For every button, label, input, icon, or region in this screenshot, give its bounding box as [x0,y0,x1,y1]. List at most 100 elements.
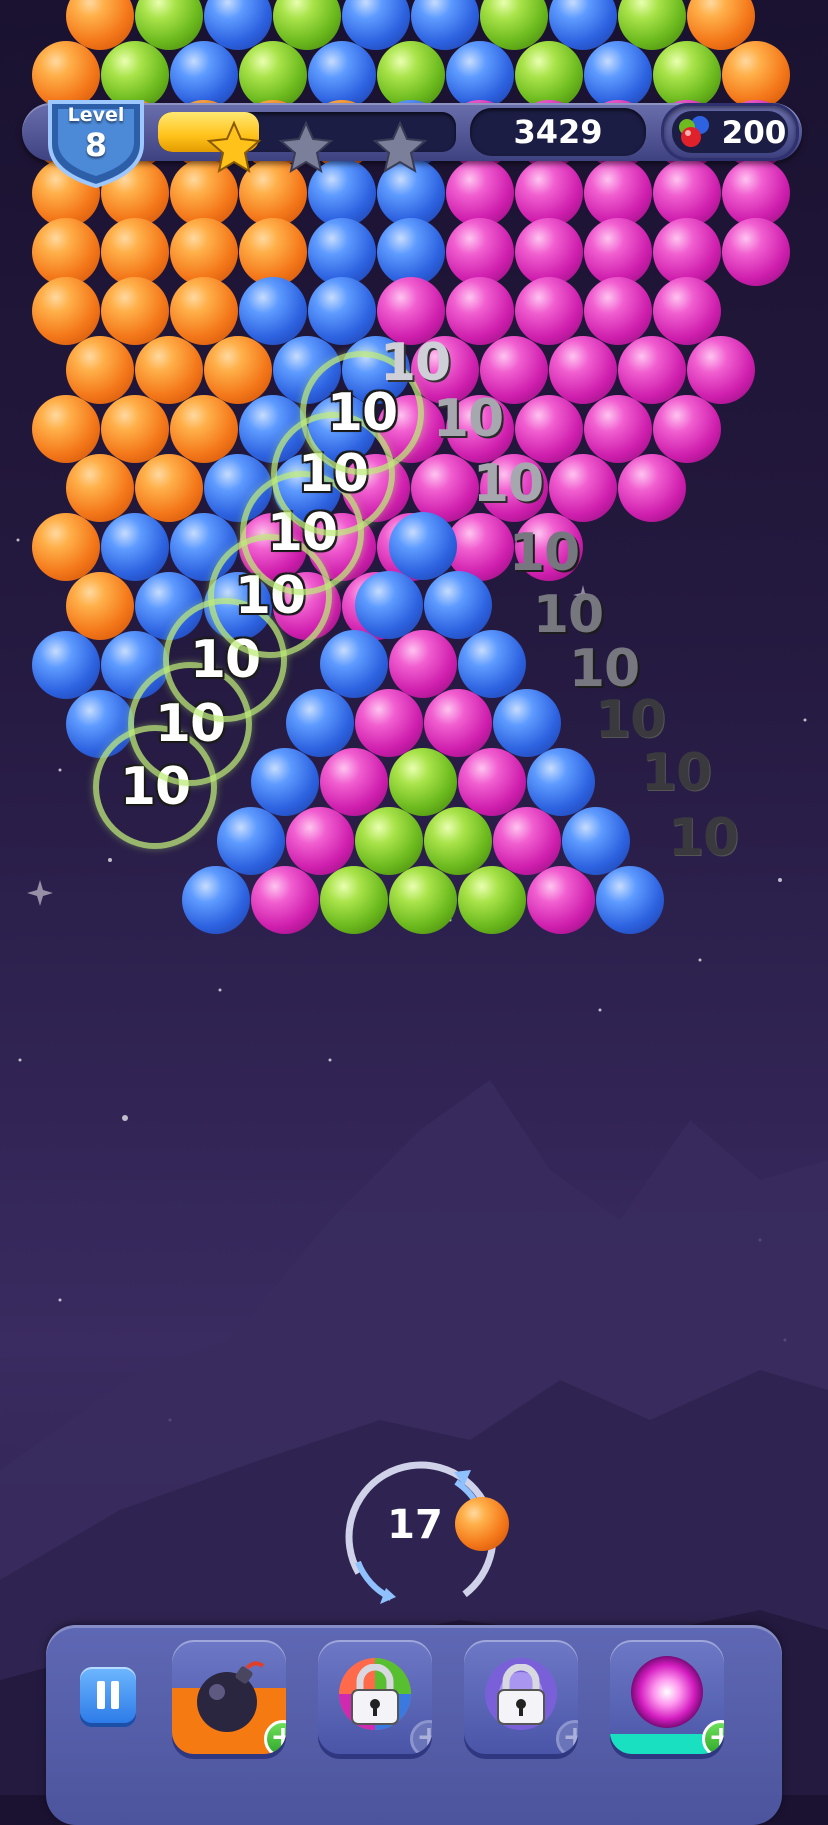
bubble-green [320,866,388,934]
bubble-blue [251,748,319,816]
bubble-pink [653,277,721,345]
fireball-icon [631,1656,703,1728]
next-bubble[interactable] [455,1497,509,1551]
score-popup: 10 [379,333,451,393]
star-icon [206,120,262,174]
bubble-orange [32,395,100,463]
bubble-pink [584,159,652,227]
bubble-orange [66,336,134,404]
bubble-pink [584,218,652,286]
bubble-blue [308,218,376,286]
score-popup: 10 [472,454,544,514]
bubble-pink [458,748,526,816]
bubble-orange [135,454,203,522]
bubble-orange [722,41,790,109]
bubble-blue [32,631,100,699]
bubble-blue [354,571,423,639]
bubble-pink [549,336,617,404]
bubble-blue [527,748,595,816]
bubble-blue [389,512,457,580]
pause-icon [111,1681,119,1709]
bubble-pink [515,277,583,345]
bubble-pink [653,395,721,463]
bubble-orange [32,513,100,581]
bubble-blue [308,277,376,345]
bubble-blue [182,866,250,934]
moves-remaining: 17 [387,1502,443,1548]
gems-count: 200 [721,115,787,151]
score-popup: 10 [532,585,604,645]
star-icon [278,120,334,174]
bubble-blue [561,807,630,875]
bubble-pink [515,218,583,286]
bubble-pink [584,277,652,345]
bubble-pink [722,218,790,286]
bubble-pink [618,454,686,522]
bubble-pink [515,395,583,463]
bubble-pink [584,395,652,463]
bubble-pink [354,689,423,757]
bubble-blue [492,689,561,757]
bubble-blue [101,513,169,581]
bubble-pink [653,159,721,227]
level-label: Level [67,104,125,126]
bubble-green [377,41,445,109]
rainbow-booster-button[interactable]: + [318,1640,432,1754]
bubble-pink [446,218,514,286]
bubble-blue [584,41,652,109]
gems-icon [679,116,709,147]
bubble-orange [66,454,134,522]
lightning-booster-button[interactable]: + [464,1640,578,1754]
bubble-blue [377,218,445,286]
bubble-blue [596,866,664,934]
level-number: 8 [84,126,108,164]
bubble-orange [101,277,169,345]
lock-icon [351,1664,399,1725]
level-badge: Level 8 [44,96,148,188]
bubble-green [354,807,423,875]
score-popup: 10 [432,389,504,449]
bubble-orange [101,218,169,286]
score-display: 3429 [470,108,646,156]
bubble-blue [170,41,238,109]
bubble-orange [239,218,307,286]
bubble-pink [687,336,755,404]
bubble-blue [423,571,492,639]
pause-button[interactable] [80,1667,136,1723]
bubble-pink [389,630,457,698]
bubble-green [458,866,526,934]
bubble-blue [216,807,285,875]
bubble-blue [239,277,307,345]
bomb-booster-button[interactable]: + [172,1640,286,1754]
pause-icon [97,1681,105,1709]
bubble-green [389,748,457,816]
score-popup: 10 [508,523,580,583]
bubble-orange [204,336,272,404]
bubble-pink [527,866,595,934]
bubble-orange [170,218,238,286]
lock-icon [497,1664,545,1725]
bubble-blue [285,689,354,757]
score-popup: 10 [640,743,712,803]
bubble-green [239,41,307,109]
score-popup: 10 [667,808,739,868]
gems-counter[interactable]: 200 [664,106,796,158]
bubble-pink [653,218,721,286]
bubble-green [653,41,721,109]
score-popup: 10 [594,690,666,750]
bubble-orange [170,277,238,345]
bubble-green [515,41,583,109]
bubble-pink [285,807,354,875]
bubble-pink [423,689,492,757]
bubble-pink [251,866,319,934]
bubble-pink [515,159,583,227]
bubble-orange [170,395,238,463]
bubble-pink [492,807,561,875]
bubble-orange [135,336,203,404]
bubble-orange [101,395,169,463]
bubble-orange [32,277,100,345]
bomb-icon [197,1661,265,1732]
bubble-green [423,807,492,875]
bubble-green [389,866,457,934]
fireball-booster-button[interactable]: + [610,1640,724,1754]
